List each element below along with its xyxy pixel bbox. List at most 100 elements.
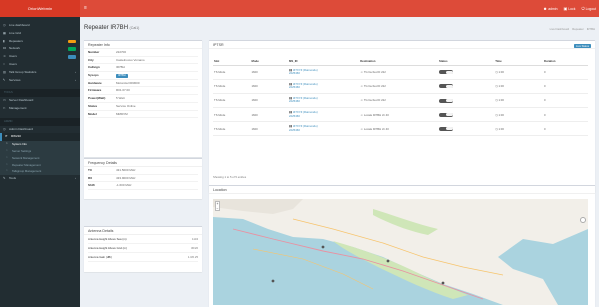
status-toggle[interactable] <box>439 98 453 103</box>
breadcrumb-item[interactable]: Repeater <box>572 27 584 31</box>
info-value: -1.600 MHz <box>116 182 198 191</box>
sidebar-badge <box>68 47 76 51</box>
sidebar-item[interactable]: ✂ Management <box>0 105 80 113</box>
sidebar-item[interactable]: ⋈ Network <box>0 45 80 53</box>
info-value-text: Service Online <box>116 103 136 108</box>
info-key: Power(Watt) <box>88 95 116 103</box>
table-body: TS Mode 1600 ▮▮ IZ7XYZ (Raimondo) 2225460 ☺ … <box>213 65 588 137</box>
sidebar-subitem-label: Repeater Management <box>12 162 41 167</box>
circle-icon: ○ <box>6 148 8 152</box>
sidebar-item-label: Repeaters <box>9 38 23 43</box>
map-zoom-control[interactable]: + − <box>215 201 220 211</box>
sidebar-item[interactable]: ◷ Admin Dashboard <box>0 126 80 134</box>
destination-text: Locale IR7BH ch 40 <box>363 112 389 117</box>
info-value-text: Motorola DR3000 <box>116 80 140 85</box>
sidebar-item[interactable]: ▮ Repeaters <box>0 38 80 46</box>
tools-icon: ✂ <box>3 105 6 110</box>
sysop-badge[interactable]: IR7BH <box>116 74 128 78</box>
sidebar-item-tools[interactable]: ✎ Tools ‹ <box>0 175 80 183</box>
column-header[interactable]: MS_ID <box>288 57 360 66</box>
destination-text: TG Ita-Sud D 222 <box>363 70 386 75</box>
sidebar-subitem[interactable]: ○ Server Settings <box>0 147 80 155</box>
bolt-icon: ϟ <box>3 77 5 82</box>
ms-id[interactable]: 2225460 <box>289 71 358 76</box>
info-key: Number <box>88 49 116 57</box>
location-map[interactable]: + − <box>213 199 588 305</box>
status-toggle[interactable] <box>439 84 453 89</box>
sidebar-item[interactable]: ◷ Live dashboard <box>0 22 80 30</box>
sidebar-item[interactable]: ▦ Live Grid <box>0 30 80 38</box>
cell-ms-id: ▮▮ IZ7XYZ (Raimondo) 2225460 <box>288 65 360 80</box>
table-row: TS Mode 1600 ▮▮ IZ7XYZ (Raimondo) 2225460 ☺ … <box>213 93 588 109</box>
antenna-key: Antenna Height Above Gnd (m) <box>88 244 162 253</box>
breadcrumb: Live Dashboard Repeater IR7BH <box>550 27 595 31</box>
sidebar-item[interactable]: ○ Users <box>0 61 80 69</box>
info-value: Castelnuovo Vomano <box>116 57 198 65</box>
sidebar-subitem-label: Talkgroup Management <box>12 169 42 174</box>
radio-icon: ▮ <box>3 38 5 43</box>
sidebar-toggle-icon[interactable]: ≡ <box>84 0 87 17</box>
ms-id[interactable]: 2225460 <box>289 100 358 104</box>
sidebar-item-label: Network <box>9 46 21 51</box>
cell-slot[interactable]: TS Mode <box>213 65 251 80</box>
info-value-text: -1.600 MHz <box>116 183 132 188</box>
map-fullscreen-button[interactable] <box>580 217 586 223</box>
cell-slot[interactable]: TS Mode <box>213 121 251 137</box>
cell-time: ◷ 1:00 <box>494 121 543 137</box>
sidebar-item[interactable]: ϟ Services ‹ <box>0 77 80 85</box>
cell-mode: 1600 <box>250 121 288 137</box>
sidebar-item[interactable]: ☺ Users <box>0 53 80 61</box>
sidebar-subitem[interactable]: ○ Network Management <box>0 154 80 162</box>
column-header[interactable]: Mode <box>250 57 288 66</box>
breadcrumb-item[interactable]: Live Dashboard <box>550 27 570 31</box>
column-header[interactable]: Duration <box>543 57 588 66</box>
live-status-button[interactable]: Live Status <box>574 44 591 49</box>
column-header[interactable]: Slot <box>213 57 251 66</box>
brand-logo[interactable]: OrionWebmin <box>0 0 80 17</box>
cell-mode: 1600 <box>250 107 288 123</box>
frequency-details-title: Frequency Details <box>84 159 202 167</box>
activity-box: IPTSR Live Status Slot Mode MS_ID Destinati… <box>209 40 595 192</box>
column-header[interactable]: Status <box>438 57 495 66</box>
status-toggle[interactable] <box>439 126 453 131</box>
cell-time: ◷ 1:00 <box>494 65 543 80</box>
info-value: 222700 <box>116 49 198 57</box>
chevron-left-icon: ‹ <box>75 176 76 181</box>
antenna-value: 1.0/0.25 <box>162 253 198 262</box>
cell-status <box>438 107 495 123</box>
cell-slot[interactable]: TS Mode <box>213 79 251 94</box>
status-toggle[interactable] <box>439 112 453 117</box>
network-icon: ⋈ <box>3 46 7 51</box>
info-value: R01.07.00 <box>116 87 198 96</box>
column-header[interactable]: Destination <box>359 57 438 66</box>
sidebar-subitem[interactable]: ○ Talkgroup Management <box>0 168 80 176</box>
cell-status <box>438 79 495 94</box>
sidebar-item-active[interactable]: ⟳ RW210 <box>0 133 80 142</box>
sidebar-item[interactable]: ▭ Server Dashboard <box>0 97 80 105</box>
antenna-details-box: Antenna Details Antenna Height Above Sea… <box>84 226 202 272</box>
page-title: Repeater IR7BH (Cal1) <box>84 25 139 31</box>
sidebar-item[interactable]: ▥ Talk Group Statistics ‹ <box>0 69 80 77</box>
breadcrumb-item[interactable]: IR7BH <box>587 27 595 31</box>
cell-mode: 1600 <box>250 93 288 109</box>
destination-text: Locale IR7BH ch 40 <box>363 126 389 131</box>
ms-id[interactable]: 2225460 <box>289 114 358 119</box>
zoom-out-button[interactable]: − <box>216 207 219 212</box>
ms-id[interactable]: 2225460 <box>289 86 358 90</box>
info-value: MMDVM <box>116 111 198 119</box>
topnav-item[interactable]: ☻admin <box>543 6 557 11</box>
sidebar-subitem[interactable]: ○ System Info <box>0 141 80 148</box>
sidebar-subitem[interactable]: ○ Repeater Management <box>0 161 80 169</box>
topnav-item[interactable]: ▣Lock <box>564 6 576 11</box>
info-key: Firmware <box>88 87 116 96</box>
status-toggle[interactable] <box>439 70 453 75</box>
info-key: City <box>88 57 116 65</box>
cell-slot[interactable]: TS Mode <box>213 93 251 109</box>
wrench-icon: ✎ <box>3 176 6 181</box>
ms-id[interactable]: 2225460 <box>289 128 358 133</box>
circle-icon: ○ <box>6 155 8 159</box>
topnav-item[interactable]: ⏻Logout <box>581 6 596 11</box>
column-header[interactable]: Time <box>494 57 543 66</box>
table-header-row: Slot Mode MS_ID Destination Status Time Durati… <box>213 57 588 66</box>
cell-slot[interactable]: TS Mode <box>213 107 251 123</box>
